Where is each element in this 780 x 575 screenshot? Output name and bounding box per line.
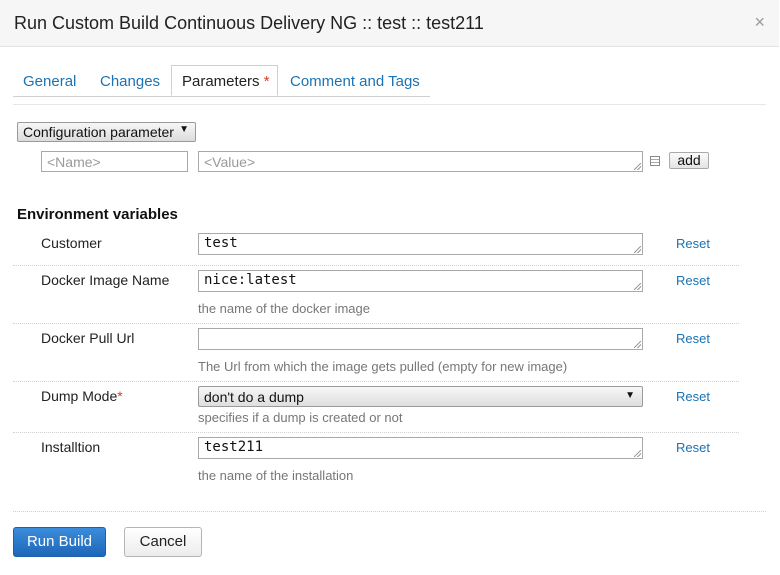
row-separator xyxy=(13,432,739,433)
divider xyxy=(13,104,766,105)
section-heading: Environment variables xyxy=(17,206,178,223)
env-label-installtion: Installtion xyxy=(41,439,101,455)
select-value: don't do a dump xyxy=(204,389,304,405)
tab-bar: General Changes Parameters * Comment and… xyxy=(13,65,430,97)
env-label-docker-pull-url: Docker Pull Url xyxy=(41,330,135,346)
tab-label: General xyxy=(23,73,77,90)
docker-pull-url-input[interactable] xyxy=(198,328,643,350)
env-label-docker-image-name: Docker Image Name xyxy=(41,272,170,288)
resize-grip-icon[interactable] xyxy=(634,246,641,253)
input-value: test xyxy=(204,235,238,251)
placeholder: <Value> xyxy=(204,154,256,170)
list-editor-icon[interactable] xyxy=(650,156,660,166)
field-description: the name of the docker image xyxy=(198,301,370,316)
resize-grip-icon[interactable] xyxy=(634,450,641,457)
reset-customer-link[interactable]: Reset xyxy=(676,236,710,251)
row-separator xyxy=(13,323,739,324)
resize-grip-icon[interactable] xyxy=(634,163,641,170)
dialog-header: Run Custom Build Continuous Delivery NG … xyxy=(0,0,779,47)
input-value: nice:latest xyxy=(204,272,297,288)
reset-installtion-link[interactable]: Reset xyxy=(676,440,710,455)
parameter-type-value: Configuration parameter xyxy=(23,124,174,140)
parameter-name-input[interactable]: <Name> xyxy=(41,151,188,172)
env-label-customer: Customer xyxy=(41,235,102,251)
customer-input[interactable]: test xyxy=(198,233,643,255)
add-parameter-button[interactable]: add xyxy=(669,152,709,169)
resize-grip-icon[interactable] xyxy=(634,341,641,348)
field-description: the name of the installation xyxy=(198,468,354,483)
input-value: test211 xyxy=(204,439,264,455)
tab-label: Comment and Tags xyxy=(290,73,420,90)
required-marker: * xyxy=(263,73,270,90)
docker-image-name-input[interactable]: nice:latest xyxy=(198,270,643,292)
tab-comment-and-tags[interactable]: Comment and Tags xyxy=(290,73,420,90)
tab-parameters[interactable]: Parameters * xyxy=(171,65,278,96)
tab-label: Changes xyxy=(100,73,161,90)
reset-dump-mode-link[interactable]: Reset xyxy=(676,389,710,404)
tab-general[interactable]: General xyxy=(23,73,76,90)
tab-changes[interactable]: Changes xyxy=(100,73,160,90)
footer-divider xyxy=(13,511,766,512)
reset-docker-image-name-link[interactable]: Reset xyxy=(676,273,710,288)
reset-docker-pull-url-link[interactable]: Reset xyxy=(676,331,710,346)
row-separator xyxy=(13,265,739,266)
run-build-button[interactable]: Run Build xyxy=(13,527,106,557)
field-description: The Url from which the image gets pulled… xyxy=(198,359,568,374)
parameter-value-input[interactable]: <Value> xyxy=(198,151,643,172)
required-marker: * xyxy=(117,388,123,404)
tab-label: Parameters xyxy=(182,73,260,90)
installtion-input[interactable]: test211 xyxy=(198,437,643,459)
placeholder: <Name> xyxy=(47,154,101,170)
resize-grip-icon[interactable] xyxy=(634,283,641,290)
label-text: Dump Mode xyxy=(41,388,118,404)
row-separator xyxy=(13,381,739,382)
dump-mode-select[interactable]: don't do a dump ▼ xyxy=(198,386,643,407)
cancel-button[interactable]: Cancel xyxy=(124,527,202,557)
chevron-down-icon: ▼ xyxy=(625,390,635,401)
dialog-title: Run Custom Build Continuous Delivery NG … xyxy=(14,13,484,33)
field-description: specifies if a dump is created or not xyxy=(198,410,403,425)
parameter-type-select[interactable]: Configuration parameter ▼ xyxy=(17,122,196,142)
env-label-dump-mode: Dump Mode* xyxy=(41,388,123,404)
close-icon[interactable]: × xyxy=(754,12,765,33)
chevron-down-icon: ▼ xyxy=(179,124,189,135)
